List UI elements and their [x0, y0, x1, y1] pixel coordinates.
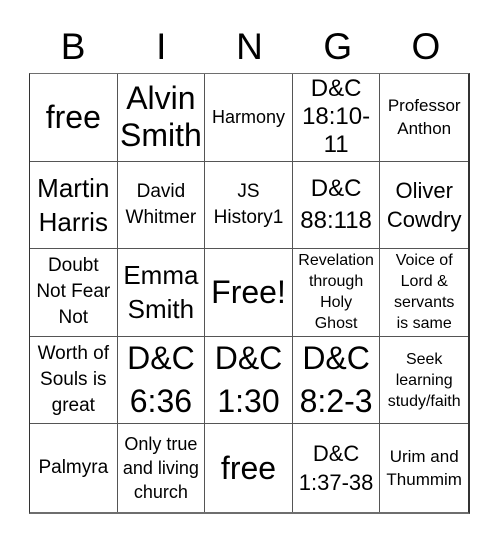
cell-text: D&C 1:37-38 [298, 441, 374, 496]
bingo-cell-r4c4[interactable]: D&C 8:2-3 [292, 336, 381, 425]
cell-text: Voice of Lord & servants is same [393, 252, 455, 333]
bingo-cell-r5c3[interactable]: free [205, 424, 293, 512]
bingo-board: free Alvin Smith Harmony D&C 18:10- 11 P… [29, 73, 470, 514]
cell-text: Only true and living church [122, 434, 199, 503]
cell-text: Seek learning study/faith [387, 350, 461, 410]
bingo-cell-r2c3[interactable]: JS History1 [205, 161, 293, 250]
cell-text: D&C 8:2-3 [299, 340, 373, 420]
bingo-cell-r5c1[interactable]: Palmyra [30, 424, 118, 512]
cell-text: D&C 18:10- 11 [302, 75, 371, 159]
bingo-cell-r1c2[interactable]: Alvin Smith [117, 74, 206, 162]
cell-text: Harmony [211, 107, 285, 128]
cell-text: D&C 88:118 [300, 174, 372, 234]
bingo-cell-r5c5[interactable]: Urim and Thummim [380, 424, 468, 512]
cell-text: D&C 6:36 [127, 340, 195, 420]
cell-text: Revelation through Holy Ghost [298, 252, 374, 333]
bingo-header: B I N G O [29, 22, 470, 72]
header-letter-i: I [156, 26, 167, 67]
cell-text: Martin Harris [37, 172, 110, 237]
bingo-cell-r5c4[interactable]: D&C 1:37-38 [293, 424, 381, 512]
cell-text: David Whitmer [125, 180, 197, 228]
cell-text: Worth of Souls is great [37, 343, 110, 417]
bingo-cell-r1c1[interactable]: free [30, 74, 118, 162]
bingo-cell-r4c5[interactable]: Seek learning study/faith [380, 337, 468, 425]
cell-text: Oliver Cowdry [386, 177, 462, 232]
bingo-cell-r2c5[interactable]: Oliver Cowdry [380, 162, 468, 250]
cell-text: Free! [211, 273, 286, 310]
bingo-cell-r4c2[interactable]: D&C 6:36 [117, 336, 206, 425]
bingo-cell-r1c3[interactable]: Harmony [205, 74, 293, 162]
header-letter-g: G [323, 26, 353, 67]
bingo-cell-r3c1[interactable]: Doubt Not Fear Not [30, 249, 118, 337]
bingo-cell-r4c3[interactable]: D&C 1:30 [205, 336, 293, 425]
bingo-cell-r4c1[interactable]: Worth of Souls is great [30, 336, 118, 425]
cell-text: free [220, 449, 277, 486]
bingo-cell-r1c5[interactable]: Professor Anthon [380, 74, 468, 162]
bingo-cell-r1c4[interactable]: D&C 18:10- 11 [292, 74, 381, 162]
bingo-cell-r2c2[interactable]: David Whitmer [117, 161, 206, 250]
bingo-cell-r2c4[interactable]: D&C 88:118 [292, 161, 381, 250]
bingo-cell-r3c2[interactable]: Emma Smith [117, 249, 206, 337]
bingo-cell-r3c4[interactable]: Revelation through Holy Ghost [292, 249, 381, 337]
cell-text: Professor Anthon [387, 96, 461, 139]
header-letter-o: O [411, 26, 441, 67]
cell-text: Alvin Smith [119, 80, 202, 154]
cell-text: free [45, 98, 101, 135]
cell-text: Emma Smith [123, 260, 199, 325]
cell-text: Palmyra [38, 457, 109, 479]
cell-text: Doubt Not Fear Not [36, 255, 111, 329]
bingo-cell-r2c1[interactable]: Martin Harris [30, 161, 118, 250]
header-letter-b: B [60, 26, 86, 67]
cell-text: D&C 1:30 [214, 340, 283, 420]
cell-text: JS History1 [213, 180, 284, 228]
bingo-cell-r5c2[interactable]: Only true and living church [118, 424, 206, 512]
bingo-cell-r3c3[interactable]: Free! [205, 249, 293, 337]
bingo-cell-r3c5[interactable]: Voice of Lord & servants is same [380, 249, 468, 337]
header-letter-n: N [236, 26, 263, 67]
cell-text: Urim and Thummim [386, 447, 462, 490]
